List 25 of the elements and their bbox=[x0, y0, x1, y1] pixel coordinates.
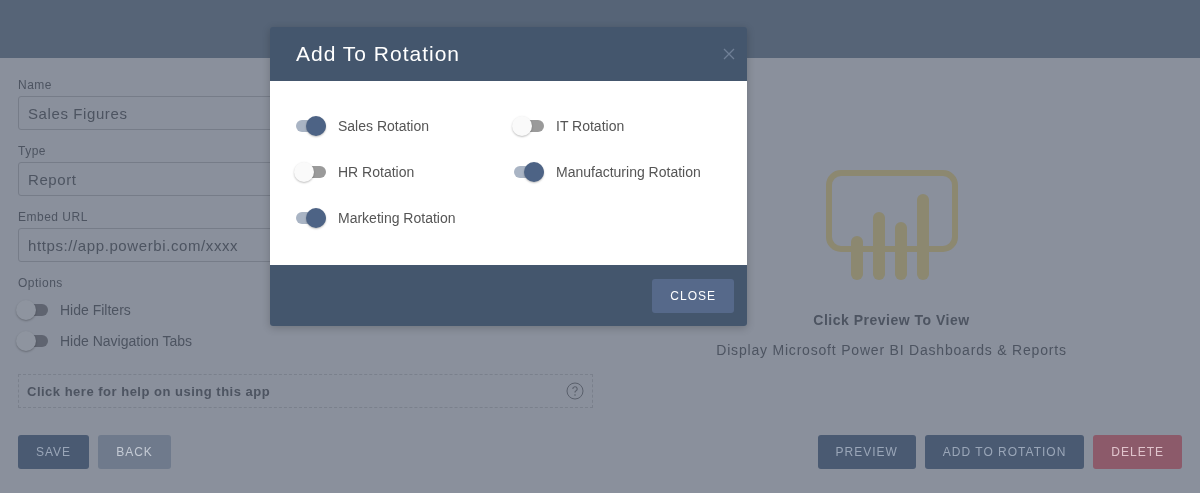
rotation-label: HR Rotation bbox=[338, 164, 415, 180]
close-icon[interactable] bbox=[723, 48, 735, 60]
modal-title: Add To Rotation bbox=[296, 42, 461, 66]
field-label: Type bbox=[18, 144, 46, 158]
action-button[interactable]: BACK bbox=[98, 435, 171, 469]
action-button[interactable]: PREVIEW bbox=[817, 435, 916, 469]
field-label: Embed URL bbox=[18, 210, 88, 224]
help-icon[interactable] bbox=[566, 382, 584, 400]
action-button[interactable]: DELETE bbox=[1093, 435, 1182, 469]
preview-title: Click Preview To View bbox=[813, 312, 970, 328]
bar-chart-icon bbox=[825, 170, 958, 282]
help-text: Click here for help on using this app bbox=[27, 383, 271, 399]
rotation-label: Sales Rotation bbox=[338, 118, 430, 134]
help-panel[interactable]: Click here for help on using this app bbox=[18, 374, 593, 408]
option-label: Hide Filters bbox=[60, 301, 131, 318]
field-label: Name bbox=[18, 78, 52, 92]
options-label: Options bbox=[18, 276, 63, 290]
option-label: Hide Navigation Tabs bbox=[60, 332, 193, 349]
action-button[interactable]: SAVE bbox=[18, 435, 90, 469]
rotation-label: Manufacturing Rotation bbox=[556, 164, 701, 180]
close-button[interactable]: CLOSE bbox=[652, 278, 734, 313]
action-button[interactable]: ADD TO ROTATION bbox=[924, 435, 1085, 469]
preview-subtitle: Display Microsoft Power BI Dashboards & Reports bbox=[716, 342, 1067, 358]
rotation-label: Marketing Rotation bbox=[338, 210, 456, 226]
rotation-label: IT Rotation bbox=[556, 118, 625, 134]
